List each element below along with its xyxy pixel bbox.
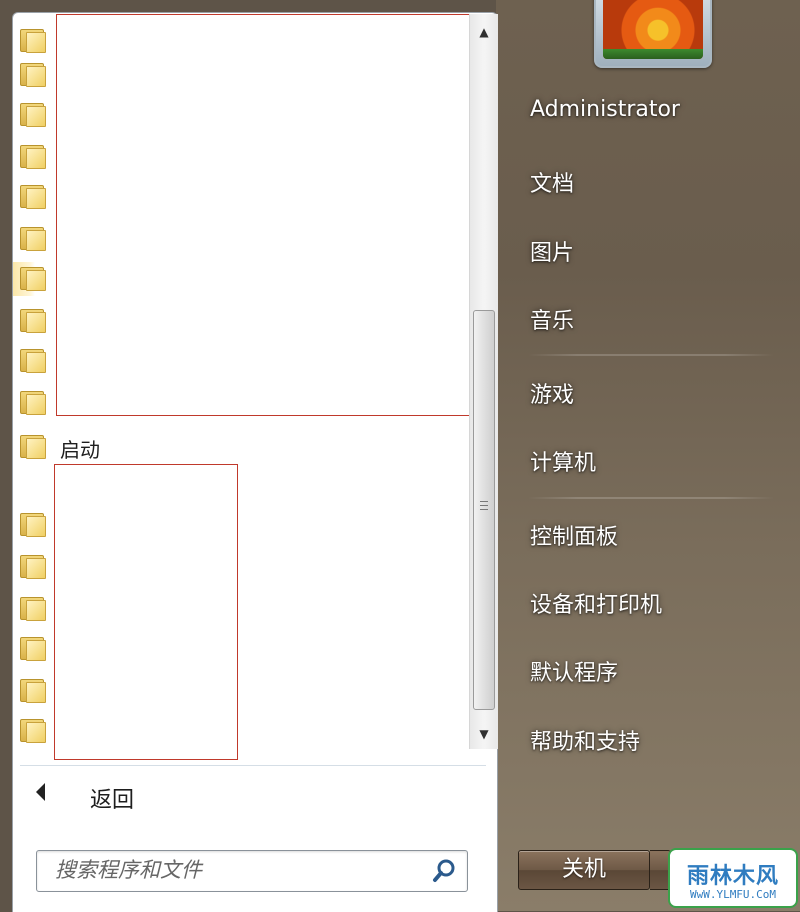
folder-icon[interactable] [20, 552, 46, 579]
scrollbar-thumb[interactable] [473, 310, 495, 710]
folder-icon[interactable] [20, 26, 46, 53]
redacted-area-upper [56, 14, 470, 416]
search-input[interactable] [37, 851, 435, 889]
user-avatar[interactable] [594, 0, 712, 68]
menu-item-games[interactable]: 游戏 [530, 377, 574, 409]
menu-item-music[interactable]: 音乐 [530, 303, 574, 335]
menu-item-pictures[interactable]: 图片 [530, 235, 574, 267]
folder-icon[interactable] [20, 264, 46, 291]
triangle-left-icon[interactable] [36, 783, 45, 801]
flower-picture [603, 0, 703, 59]
folder-icon[interactable] [20, 100, 46, 127]
folder-icon[interactable] [20, 60, 46, 87]
watermark-url: WwW.YLMFU.CoM [689, 888, 777, 901]
folder-icon[interactable] [20, 676, 46, 703]
programs-scrollbar[interactable]: ▲ ▼ [469, 14, 498, 749]
folder-icon[interactable] [20, 142, 46, 169]
folder-icon[interactable] [20, 182, 46, 209]
menu-item-documents[interactable]: 文档 [530, 166, 574, 198]
search-box[interactable] [36, 850, 468, 892]
menu-item-default-programs[interactable]: 默认程序 [530, 655, 618, 687]
redacted-area-lower [54, 464, 238, 760]
folder-icon[interactable] [20, 306, 46, 333]
arrow-down-icon[interactable]: ▼ [470, 716, 498, 752]
menu-item-help-support[interactable]: 帮助和支持 [530, 724, 640, 756]
folder-icon[interactable] [20, 594, 46, 621]
menu-item-computer[interactable]: 计算机 [530, 445, 596, 477]
right-separator [528, 354, 774, 356]
shutdown-button[interactable]: 关机 [518, 850, 650, 890]
folder-icon[interactable] [20, 634, 46, 661]
watermark-logo: 雨林木风 WwW.YLMFU.CoM [668, 848, 798, 908]
right-separator [528, 497, 774, 499]
folder-icon[interactable] [20, 388, 46, 415]
folder-icon-startup[interactable] [20, 432, 46, 459]
menu-item-control-panel[interactable]: 控制面板 [530, 519, 618, 551]
folder-icon[interactable] [20, 510, 46, 537]
magnifier-icon[interactable] [431, 857, 459, 885]
watermark-title: 雨林木风 [686, 864, 779, 889]
startup-folder-label[interactable]: 启动 [60, 434, 100, 463]
folder-icon[interactable] [20, 346, 46, 373]
programs-divider [20, 765, 486, 766]
back-button[interactable]: 返回 [90, 782, 134, 814]
user-name-link[interactable]: Administrator [530, 97, 680, 122]
menu-item-devices-printers[interactable]: 设备和打印机 [530, 587, 662, 619]
folder-icon[interactable] [20, 224, 46, 251]
arrow-up-icon[interactable]: ▲ [470, 14, 498, 50]
folder-icon[interactable] [20, 716, 46, 743]
